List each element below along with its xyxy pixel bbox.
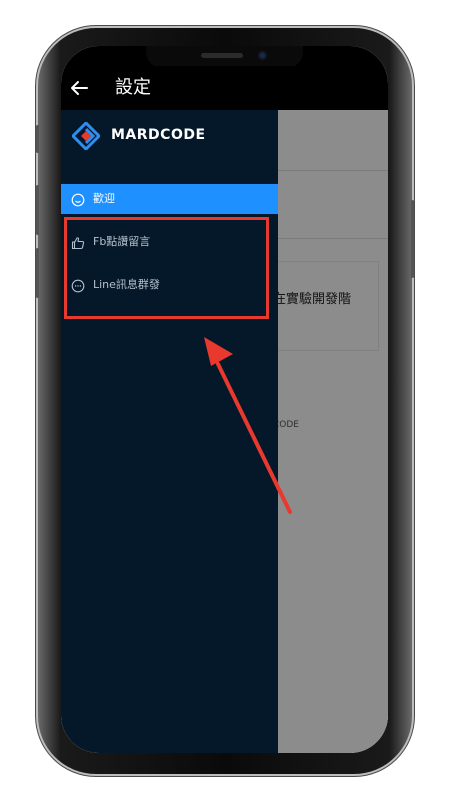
annotation-arrow: [204, 337, 292, 514]
